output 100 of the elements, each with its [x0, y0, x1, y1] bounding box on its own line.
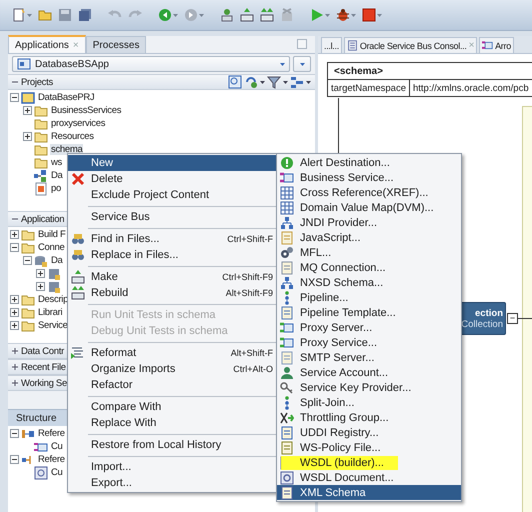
expand-toggle[interactable]: [36, 269, 45, 278]
application-dropdown[interactable]: DatabaseBSApp: [12, 56, 290, 72]
tree-item[interactable]: Service: [37, 320, 69, 331]
folder-icon: [34, 142, 48, 156]
save-icon: [58, 8, 72, 22]
tree-item[interactable]: Cu: [50, 467, 64, 478]
tree-item[interactable]: po: [50, 183, 62, 194]
run-icon: [310, 8, 324, 22]
caret-icon: [173, 14, 178, 16]
make-button[interactable]: [240, 8, 254, 22]
menu-item[interactable]: JavaScript...: [277, 230, 461, 245]
tree-item[interactable]: Build F: [37, 229, 66, 240]
make-icon: [240, 8, 254, 22]
panel-tab[interactable]: Applications ×: [8, 35, 86, 53]
panel-tab[interactable]: Processes: [86, 36, 146, 53]
make-icon: [71, 270, 85, 284]
expand-toggle[interactable]: [10, 230, 19, 239]
editor-tab[interactable]: Oracle Service Bus Consol... ×: [344, 37, 478, 53]
menu-button[interactable]: [293, 56, 311, 72]
menu-item[interactable]: UDDI Registry...: [277, 425, 461, 440]
tab-label: Processes: [92, 40, 140, 50]
composite-icon: [34, 168, 48, 182]
menu-item[interactable]: Proxy Server...: [277, 320, 461, 335]
tree-item[interactable]: BusinessServices: [50, 105, 122, 116]
attribute-name: targetNamespace: [328, 80, 410, 96]
alert-icon: [280, 156, 294, 170]
collapse-button[interactable]: −: [507, 313, 518, 324]
forward-button[interactable]: [184, 8, 204, 22]
tree-item[interactable]: Resources: [50, 131, 95, 142]
save-all-icon: [78, 8, 92, 22]
reformat-icon: [71, 346, 85, 360]
deploy-button[interactable]: [220, 8, 234, 22]
menu-item[interactable]: NXSD Schema...: [277, 275, 461, 290]
collapse-toggle[interactable]: [10, 243, 19, 252]
collapse-toggle[interactable]: [10, 455, 19, 464]
element-title: <schema>: [333, 64, 384, 78]
back-button[interactable]: [158, 8, 178, 22]
menu-item[interactable]: Service Account...: [277, 365, 461, 380]
tree-item[interactable]: DataBasePRJ: [37, 92, 96, 103]
tree-item[interactable]: Librari: [37, 307, 64, 318]
back-icon: [158, 8, 172, 22]
document-icon: [346, 40, 358, 51]
stop-button[interactable]: [362, 8, 382, 22]
tree-item[interactable]: Conne: [37, 242, 66, 253]
section-title: Working Se: [21, 378, 67, 388]
expand-toggle[interactable]: [11, 363, 19, 371]
menu-item[interactable]: Throttling Group...: [277, 410, 461, 425]
collapse-toggle[interactable]: [23, 256, 32, 265]
menu-item[interactable]: MFL...: [277, 245, 461, 260]
tree-item[interactable]: Da: [50, 170, 64, 181]
run-button[interactable]: [310, 8, 330, 22]
network-icon: [280, 216, 294, 230]
section-title: Application: [21, 214, 64, 224]
save-all-button[interactable]: [78, 8, 92, 22]
tree-item[interactable]: schema: [50, 144, 84, 155]
menu-item[interactable]: Cross Reference(XREF)...: [277, 185, 461, 200]
folder-icon: [34, 156, 48, 170]
menu-item[interactable]: Pipeline...: [277, 290, 461, 305]
menu-item[interactable]: Business Service...: [277, 170, 461, 185]
collapse-toggle[interactable]: [10, 429, 19, 438]
menu-item[interactable]: Domain Value Map(DVM)...: [277, 200, 461, 215]
gears-icon: [280, 246, 294, 260]
section-title: Recent File: [21, 362, 66, 372]
binoculars-icon: [71, 248, 85, 262]
menu-item[interactable]: JNDI Provider...: [277, 215, 461, 230]
expand-toggle[interactable]: [36, 282, 45, 291]
menu-item[interactable]: WS-Policy File...: [277, 440, 461, 455]
wsdl-icon: [34, 466, 48, 480]
expand-toggle[interactable]: [10, 295, 19, 304]
section-header[interactable]: Projects: [8, 74, 315, 90]
expand-toggle[interactable]: [10, 308, 19, 317]
database-icon: [47, 280, 61, 294]
tree-item[interactable]: ws: [50, 157, 64, 168]
menu-item[interactable]: Service Key Provider...: [277, 380, 461, 395]
tree-item[interactable]: Cu: [50, 441, 64, 452]
tree-item[interactable]: Da: [50, 255, 64, 266]
menu-item[interactable]: XML Schema: [277, 485, 461, 500]
tree-item[interactable]: Refere: [37, 428, 66, 439]
editor-tab[interactable]: Arro: [479, 37, 514, 53]
menu-item[interactable]: Pipeline Template...: [277, 305, 461, 320]
expand-toggle[interactable]: [11, 347, 19, 355]
new-button[interactable]: [12, 8, 32, 22]
editor-tab[interactable]: ...l...: [321, 37, 342, 53]
tree-item[interactable]: proxyservices: [50, 118, 106, 129]
menu-item[interactable]: Split-Join...: [277, 395, 461, 410]
folder-icon: [21, 292, 35, 306]
expand-toggle[interactable]: [23, 132, 32, 141]
expand-toggle[interactable]: [23, 106, 32, 115]
tab-label: ...l...: [324, 40, 339, 50]
folder-icon: [38, 8, 52, 22]
debug-button[interactable]: [336, 8, 356, 22]
tree-item[interactable]: Refere: [37, 454, 66, 465]
expand-toggle[interactable]: [11, 379, 19, 387]
rebuild-button[interactable]: [260, 8, 274, 22]
menu-item[interactable]: WSDL Document...: [277, 470, 461, 485]
expand-toggle[interactable]: [10, 321, 19, 330]
grid-icon: [280, 186, 294, 200]
menu-item[interactable]: MQ Connection...: [277, 260, 461, 275]
database-icon: [34, 254, 48, 268]
collapse-toggle[interactable]: [10, 93, 19, 102]
